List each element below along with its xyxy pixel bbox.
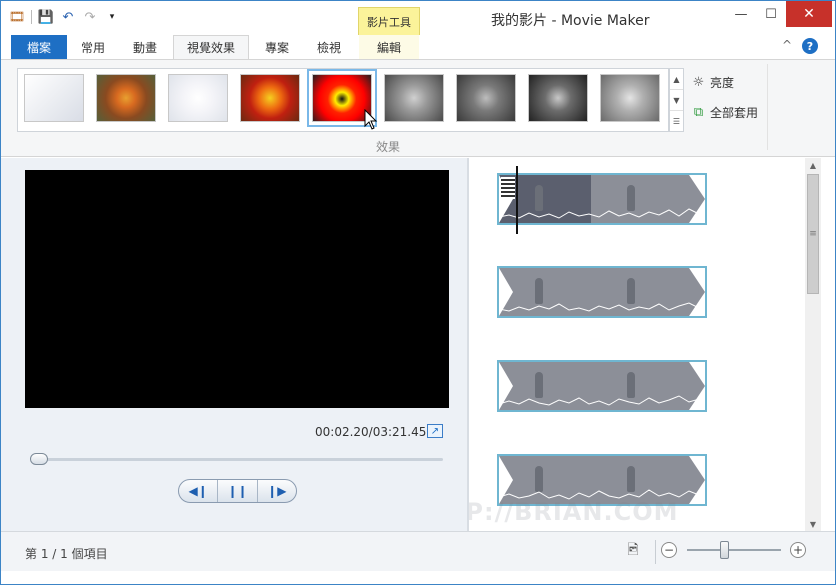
collapse-ribbon-icon[interactable]: ^ — [782, 38, 792, 52]
effect-thumb-grayscale[interactable] — [384, 74, 444, 122]
scroll-down-icon[interactable]: ▼ — [805, 517, 821, 531]
effects-gallery — [17, 68, 669, 132]
dropdown-icon[interactable]: ▾ — [104, 9, 120, 25]
audio-waveform — [499, 302, 705, 312]
close-button[interactable]: ✕ — [786, 1, 832, 27]
item-count: 第 1 / 1 個項目 — [25, 547, 108, 561]
tab-view[interactable]: 檢視 — [307, 35, 351, 59]
timecode: 00:02.20/03:21.45 — [315, 425, 427, 439]
storyboard-scrollbar[interactable]: ▲ ≡ ▼ — [805, 158, 821, 531]
status-separator — [655, 540, 656, 564]
tab-project[interactable]: 專案 — [255, 35, 299, 59]
save-icon[interactable]: 💾 — [38, 9, 54, 25]
effect-thumb-grayscale-light[interactable] — [600, 74, 660, 122]
app-window: 🎞 💾 ↶ ↷ ▾ 影片工具 我的影片 - Movie Maker — ☐ ✕ … — [0, 0, 836, 585]
effect-thumb-warm[interactable] — [96, 74, 156, 122]
film-icon[interactable]: 🎞 — [9, 9, 26, 25]
playback-controls: ◀❙ ❙❙ ❙▶ — [178, 479, 297, 503]
clip-arrow — [689, 362, 705, 410]
clip-arrow — [689, 175, 705, 223]
playhead[interactable] — [516, 166, 518, 234]
clip-notch — [499, 268, 513, 316]
watermark: HTTP://BRIAN.COM — [469, 498, 679, 526]
previous-frame-button[interactable]: ◀❙ — [179, 480, 217, 502]
clip-notch — [499, 456, 513, 504]
clip-item[interactable] — [497, 266, 707, 318]
clip-thumbnail — [499, 175, 705, 223]
zoom-thumb[interactable] — [720, 541, 729, 559]
preview-pane: 00:02.20/03:21.45 ↗ ◀❙ ❙❙ ❙▶ — [1, 158, 467, 531]
mouse-cursor-icon — [364, 109, 378, 130]
apply-all-label: 全部套用 — [710, 106, 759, 120]
tab-home[interactable]: 常用 — [71, 35, 115, 59]
fullscreen-icon[interactable]: ↗ — [427, 424, 443, 438]
effect-thumb-grayscale-contrast[interactable] — [528, 74, 588, 122]
gallery-scroll-up-icon[interactable]: ▲ — [670, 69, 683, 90]
gallery-scroll: ▲ ▼ ☰ — [669, 68, 684, 132]
status-bar: 第 1 / 1 個項目 🖻 − + — [1, 531, 835, 571]
gallery-more-icon[interactable]: ☰ — [670, 111, 683, 132]
undo-icon[interactable]: ↶ — [60, 9, 76, 25]
effect-thumb-edge[interactable] — [168, 74, 228, 122]
zoom-out-button[interactable]: − — [661, 542, 677, 558]
clip-arrow — [689, 456, 705, 504]
tab-animations[interactable]: 動畫 — [123, 35, 167, 59]
seek-bar[interactable] — [33, 458, 443, 461]
tab-edit[interactable]: 編輯 — [359, 35, 419, 59]
clip-thumbnail — [499, 268, 705, 316]
video-tools-context-tab: 影片工具 — [358, 7, 420, 35]
tab-visual-effects[interactable]: 視覺效果 — [173, 35, 249, 59]
ribbon-separator — [767, 64, 768, 150]
ribbon-tabs: 檔案 常用 動畫 視覺效果 專案 檢視 編輯 ^ ? — [1, 35, 835, 59]
sun-icon: ☼ — [692, 75, 705, 90]
redo-icon[interactable]: ↷ — [82, 9, 98, 25]
brightness-label: 亮度 — [710, 76, 735, 90]
effect-thumb-threshold[interactable] — [307, 69, 377, 127]
next-frame-button[interactable]: ❙▶ — [256, 480, 296, 502]
ribbon-visual-effects: ▲ ▼ ☰ ☼ 亮度 ⧉ 全部套用 效果 — [1, 59, 835, 157]
maximize-button[interactable]: ☐ — [756, 1, 786, 27]
audio-waveform — [499, 395, 705, 406]
clip-notch — [499, 362, 513, 410]
pause-button[interactable]: ❙❙ — [217, 480, 256, 502]
storyboard-view-icon[interactable]: 🖻 — [622, 542, 644, 560]
gallery-scroll-down-icon[interactable]: ▼ — [670, 90, 683, 111]
storyboard: HTTP://BRIAN.COM — [469, 158, 805, 531]
clip-item[interactable] — [497, 360, 707, 412]
effect-thumb-grayscale-dark[interactable] — [456, 74, 516, 122]
video-preview[interactable] — [25, 170, 449, 408]
window-title: 我的影片 - Movie Maker — [491, 13, 650, 29]
brightness-button[interactable]: ☼ 亮度 — [691, 74, 734, 91]
tab-file[interactable]: 檔案 — [11, 35, 67, 59]
help-icon[interactable]: ? — [802, 38, 818, 54]
clip-item[interactable] — [497, 173, 707, 225]
apply-all-icon: ⧉ — [693, 105, 704, 120]
zoom-slider[interactable] — [687, 549, 781, 551]
film-strip-icon — [501, 177, 515, 199]
effect-thumb-none[interactable] — [24, 74, 84, 122]
minimize-button[interactable]: — — [726, 1, 756, 27]
scroll-thumb[interactable]: ≡ — [807, 174, 819, 294]
scroll-up-icon[interactable]: ▲ — [805, 158, 821, 172]
title-bar: 🎞 💾 ↶ ↷ ▾ 影片工具 我的影片 - Movie Maker — ☐ ✕ — [1, 1, 835, 35]
clip-thumbnail — [499, 362, 705, 410]
seek-thumb[interactable] — [30, 453, 48, 465]
effect-thumb-posterize[interactable] — [240, 74, 300, 122]
audio-waveform — [499, 208, 705, 219]
apply-all-button[interactable]: ⧉ 全部套用 — [691, 104, 758, 121]
clip-thumbnail — [499, 456, 705, 504]
qat-separator — [31, 10, 32, 24]
clip-arrow — [689, 268, 705, 316]
quick-access-toolbar: 🎞 💾 ↶ ↷ ▾ — [9, 9, 120, 25]
zoom-in-button[interactable]: + — [790, 542, 806, 558]
effects-group-label: 效果 — [376, 140, 401, 154]
